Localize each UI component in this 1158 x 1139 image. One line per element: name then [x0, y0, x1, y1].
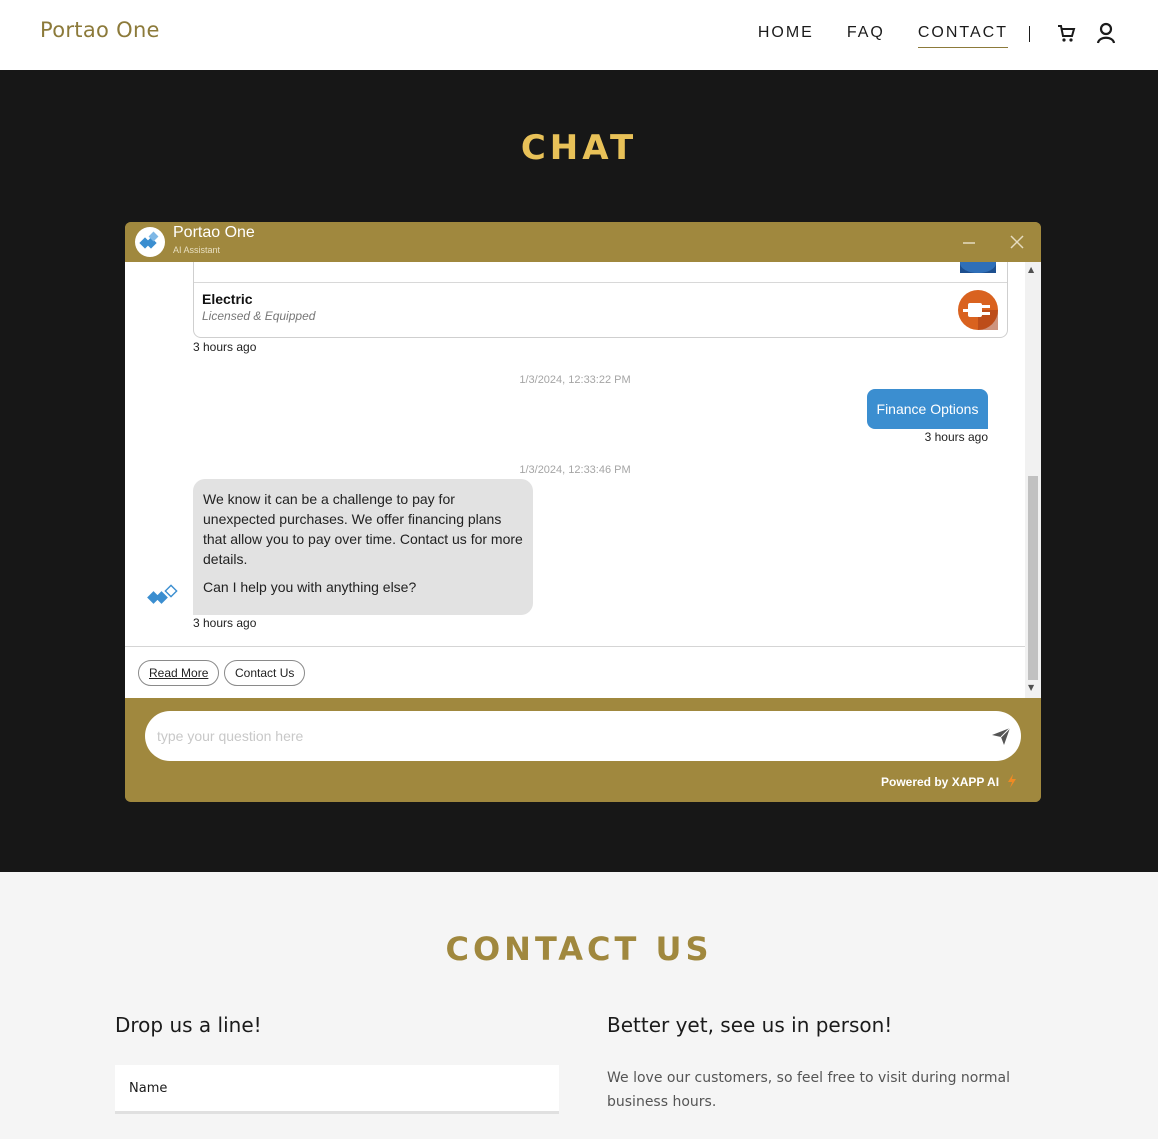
xapp-logo-icon	[139, 231, 159, 249]
chat-widget-footer: Powered by XAPP AI	[125, 698, 1041, 802]
assistant-subtitle: AI Assistant	[173, 245, 221, 255]
visit-heading: Better yet, see us in person!	[607, 1013, 893, 1037]
chat-section-title: CHAT	[520, 128, 638, 168]
chat-transcript[interactable]: Electric Licensed & Equipped 3 hours ago…	[125, 262, 1041, 698]
message-time: 3 hours ago	[193, 340, 257, 354]
service-title[interactable]: Electric	[202, 291, 253, 307]
brand-logo[interactable]: Portao One	[40, 18, 160, 42]
chat-widget-header: Portao One AI Assistant	[125, 222, 1041, 262]
close-icon[interactable]	[1009, 234, 1025, 250]
nav-divider	[1029, 26, 1030, 42]
main-nav: HOME FAQ CONTACT	[725, 24, 1008, 48]
nav-contact[interactable]: CONTACT	[917, 24, 1008, 48]
user-message-bubble: Finance Options	[867, 389, 988, 429]
contact-form-heading: Drop us a line!	[115, 1013, 262, 1037]
bot-message-paragraph: We know it can be a challenge to pay for…	[203, 491, 523, 567]
contact-us-button[interactable]: Contact Us	[224, 660, 306, 686]
message-timestamp: 1/3/2024, 12:33:46 PM	[519, 464, 631, 476]
service-subtitle: Licensed & Equipped	[202, 309, 316, 323]
electric-plug-icon	[958, 290, 998, 330]
service-list-card: Electric Licensed & Equipped	[193, 262, 1008, 338]
quick-replies-divider	[125, 646, 1025, 647]
site-header: Portao One HOME FAQ CONTACT	[0, 0, 1158, 70]
scroll-up-icon[interactable]: ▲	[1028, 265, 1034, 274]
cart-icon[interactable]	[1055, 22, 1077, 44]
assistant-name: Portao One	[173, 224, 255, 241]
chat-widget: Portao One AI Assistant Electric License…	[125, 222, 1041, 802]
chat-input[interactable]	[157, 725, 957, 747]
service-icon	[960, 262, 996, 273]
message-timestamp: 1/3/2024, 12:33:22 PM	[519, 374, 631, 386]
nav-faq[interactable]: FAQ	[847, 24, 885, 48]
nav-home[interactable]: HOME	[758, 24, 814, 48]
bot-avatar-icon	[147, 584, 178, 604]
bot-message-paragraph: Can I help you with anything else?	[203, 579, 417, 595]
name-field-container	[115, 1065, 559, 1114]
scroll-down-icon[interactable]: ▼	[1028, 683, 1034, 692]
card-divider	[194, 282, 1007, 283]
chat-scrollbar-thumb[interactable]	[1028, 476, 1038, 680]
bot-message-bubble: We know it can be a challenge to pay for…	[193, 479, 533, 615]
powered-by-text[interactable]: Powered by XAPP AI	[881, 775, 999, 789]
send-icon[interactable]	[991, 726, 1011, 746]
lightning-bolt-icon	[1008, 774, 1016, 788]
message-time: 3 hours ago	[924, 430, 988, 444]
assistant-avatar	[135, 227, 165, 257]
visit-text: We love our customers, so feel free to v…	[607, 1070, 1010, 1110]
read-more-button[interactable]: Read More	[138, 660, 220, 686]
chat-input-container	[145, 711, 1021, 761]
message-time: 3 hours ago	[193, 616, 257, 630]
name-field[interactable]	[129, 1078, 529, 1098]
contact-section-title: CONTACT US	[445, 930, 713, 968]
user-icon[interactable]	[1095, 22, 1117, 44]
minimize-icon[interactable]	[961, 233, 977, 249]
